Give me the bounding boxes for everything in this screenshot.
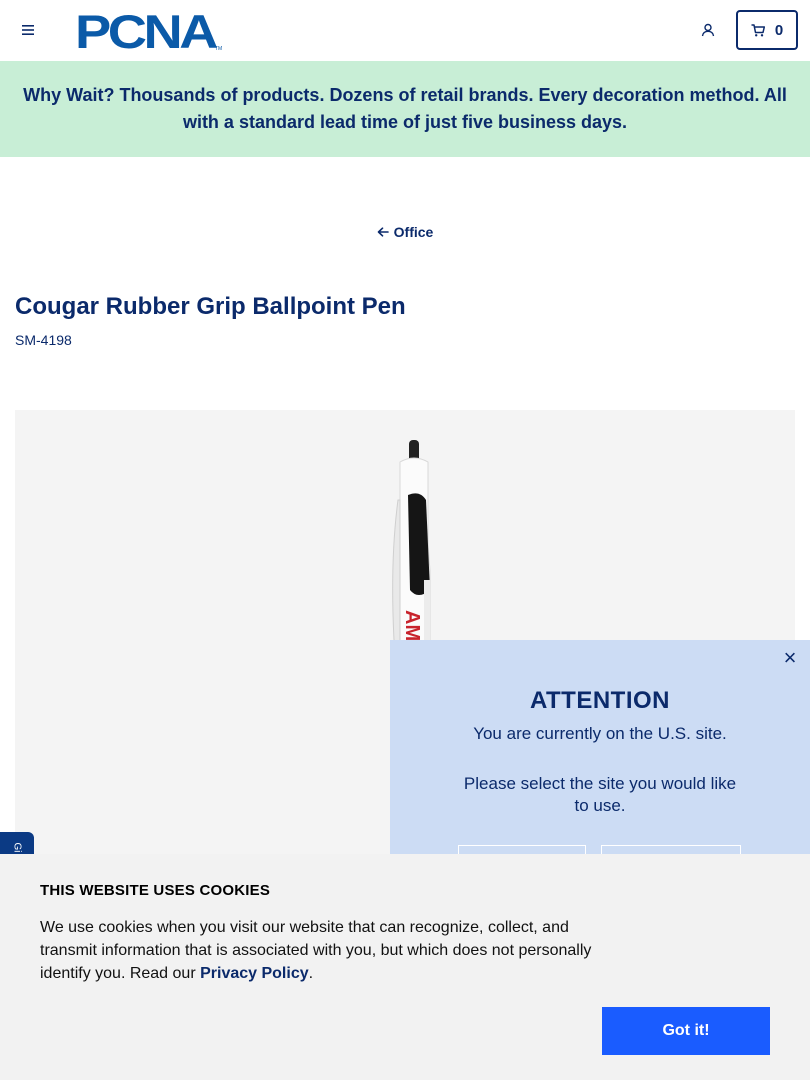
menu-button[interactable] xyxy=(16,18,40,42)
close-icon[interactable]: × xyxy=(780,647,800,669)
promo-text: Why Wait? Thousands of products. Dozens … xyxy=(23,85,787,132)
breadcrumb-back-link[interactable]: Office xyxy=(0,224,810,240)
user-icon xyxy=(701,23,715,37)
page: PCNA TM 0 Why Wait? Thousands of product… xyxy=(0,0,810,1080)
promo-banner: Why Wait? Thousands of products. Dozens … xyxy=(0,61,810,157)
privacy-policy-link[interactable]: Privacy Policy xyxy=(200,965,309,982)
cookie-text-end: . xyxy=(308,965,314,982)
accept-cookies-button[interactable]: Got it! xyxy=(602,1007,770,1055)
cookie-title: THIS WEBSITE USES COOKIES xyxy=(40,882,271,899)
cookie-text: We use cookies when you visit our websit… xyxy=(40,916,600,985)
cookie-banner: THIS WEBSITE USES COOKIES We use cookies… xyxy=(0,854,810,1080)
attention-current-site: You are currently on the U.S. site. xyxy=(473,724,727,743)
attention-instructions: Please select the site you would like to… xyxy=(463,774,737,815)
cookie-description: We use cookies when you visit our websit… xyxy=(40,919,592,982)
cart-count: 0 xyxy=(774,21,784,39)
product-sku: SM-4198 xyxy=(15,332,72,348)
breadcrumb-label: Office xyxy=(393,224,434,240)
account-button[interactable] xyxy=(696,18,720,42)
menu-icon xyxy=(22,25,34,35)
arrow-left-icon xyxy=(377,227,389,237)
attention-title: ATTENTION xyxy=(529,687,671,714)
logo-trademark: TM xyxy=(215,46,222,51)
side-tab-label: Gi xyxy=(11,842,23,852)
product-title: Cougar Rubber Grip Ballpoint Pen xyxy=(15,293,406,320)
cart-button[interactable]: 0 xyxy=(736,10,798,50)
logo-text: PCNA xyxy=(75,9,217,51)
pcna-logo[interactable]: PCNA TM xyxy=(75,5,225,58)
cart-icon xyxy=(751,23,765,36)
site-header: PCNA TM 0 xyxy=(0,0,810,61)
